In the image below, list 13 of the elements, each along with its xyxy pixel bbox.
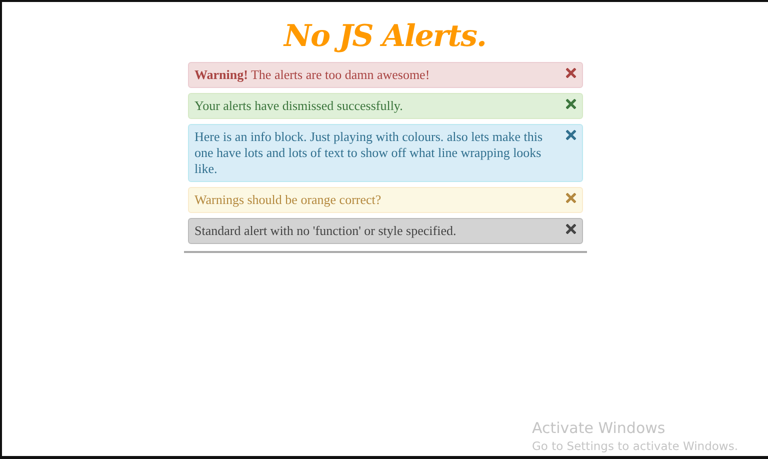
alert-message: Here is an info block. Just playing with colours. also lets make this one have lots and lots of text to show off what line wrapping looks like. [194, 129, 544, 177]
close-icon[interactable] [566, 99, 576, 109]
close-icon[interactable] [566, 68, 576, 78]
close-icon[interactable] [566, 193, 576, 203]
alert-message: Standard alert with no 'function' or style specified. [194, 223, 458, 239]
close-icon[interactable] [566, 224, 576, 234]
alert-message: Warnings should be orange correct? [194, 192, 382, 208]
close-icon[interactable] [566, 130, 576, 140]
page-title: No JS Alerts. [284, 18, 486, 56]
alert-message: Your alerts have dismissed successfully. [194, 98, 404, 114]
activation-title: Activate Windows [532, 418, 666, 438]
alert-message: Warning! The alerts are too damn awesome! [194, 67, 431, 83]
activation-hint: Go to Settings to activate Windows. [532, 438, 738, 454]
